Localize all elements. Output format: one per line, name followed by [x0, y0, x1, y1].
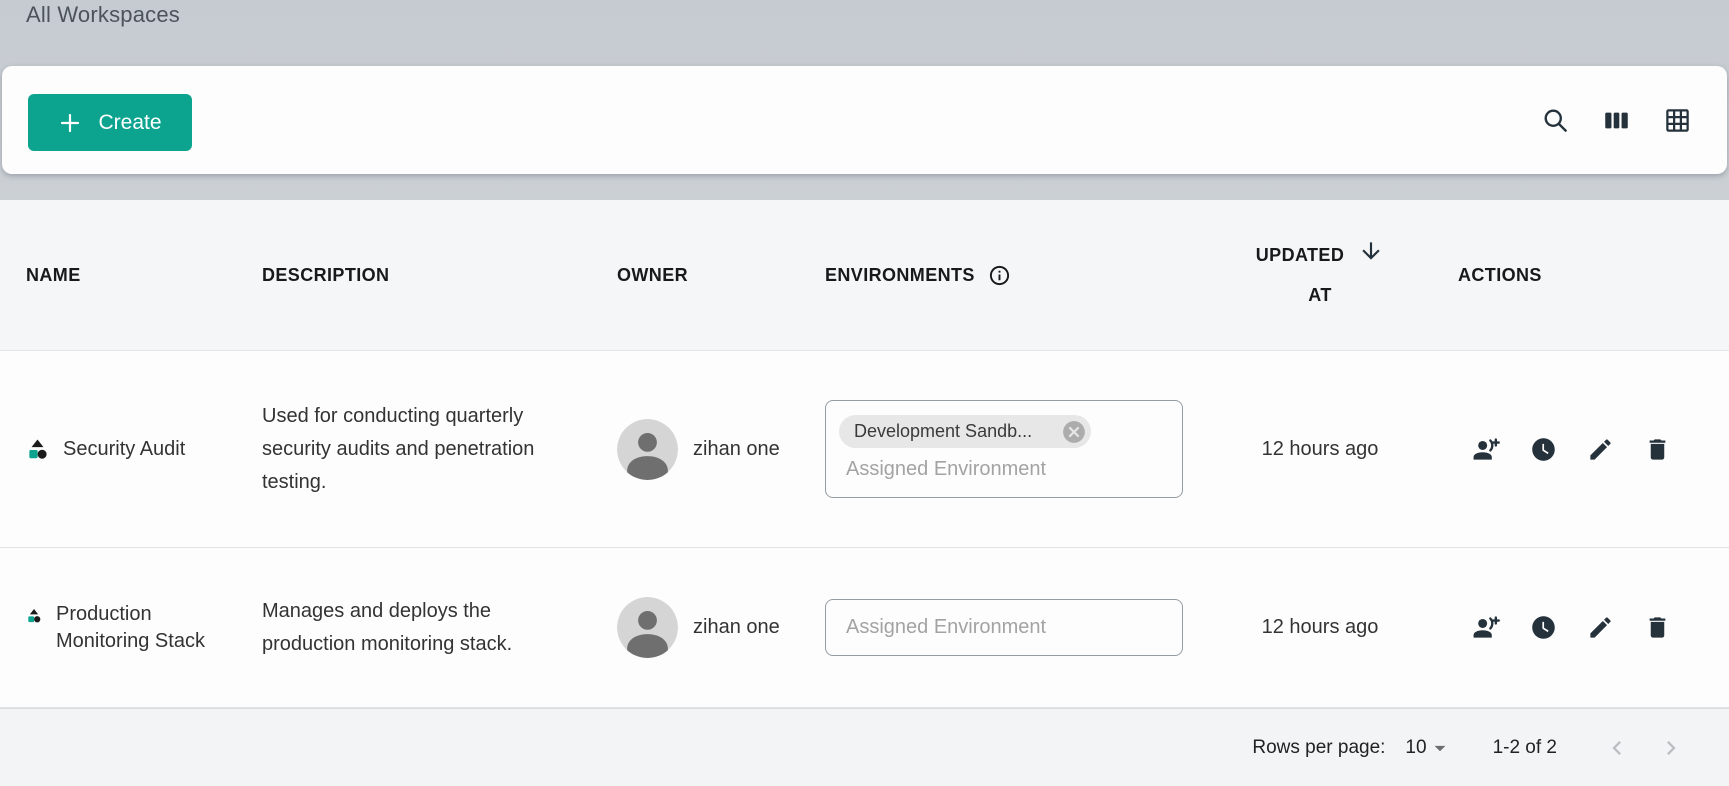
description-cell: Manages and deploys the production monit…: [262, 595, 564, 661]
column-header-environments-label: ENVIRONMENTS: [825, 265, 975, 286]
edit-pencil-icon[interactable]: [1587, 614, 1614, 641]
workspace-name: Production Monitoring Stack: [56, 601, 226, 655]
delete-trash-icon[interactable]: [1644, 614, 1671, 641]
chevron-left-icon[interactable]: [1603, 734, 1631, 762]
owner-cell: zihan one: [617, 597, 825, 658]
owner-name: zihan one: [693, 616, 780, 639]
grid-view-icon[interactable]: [1664, 107, 1691, 134]
table-row: Security Audit Used for conducting quart…: [0, 351, 1729, 548]
rows-per-page-value: 10: [1405, 737, 1426, 759]
avatar: [617, 419, 678, 480]
person-add-icon[interactable]: [1473, 614, 1500, 641]
create-button-label: Create: [98, 111, 161, 135]
updated-at-cell: 12 hours ago: [1200, 438, 1440, 461]
environment-chip-label: Development Sandb...: [854, 421, 1032, 442]
name-cell: Security Audit: [0, 436, 262, 463]
updated-at-cell: 12 hours ago: [1200, 616, 1440, 639]
actions-cell: [1440, 614, 1729, 641]
history-clock-icon[interactable]: [1530, 614, 1557, 641]
environment-chip[interactable]: Development Sandb...: [839, 415, 1091, 448]
info-icon[interactable]: [988, 264, 1011, 287]
dropdown-arrow-icon: [1427, 735, 1453, 761]
plus-icon: [58, 111, 82, 135]
person-add-icon[interactable]: [1473, 436, 1500, 463]
column-header-updated-at[interactable]: UPDATED AT: [1200, 235, 1440, 315]
workspace-logo-icon: [26, 608, 42, 624]
workspace-name: Security Audit: [63, 436, 185, 463]
avatar: [617, 597, 678, 658]
chevron-right-icon[interactable]: [1657, 734, 1685, 762]
rows-per-page-select[interactable]: 10: [1405, 735, 1452, 761]
create-button[interactable]: Create: [28, 94, 192, 151]
view-column-icon[interactable]: [1603, 107, 1630, 134]
column-header-at-label: AT: [1308, 275, 1331, 315]
workspace-logo-icon: [26, 438, 49, 461]
description-cell: Used for conducting quarterly security a…: [262, 400, 564, 499]
assigned-environment-select[interactable]: Development Sandb... Assigned Environmen…: [825, 400, 1183, 498]
search-icon[interactable]: [1542, 107, 1569, 134]
edit-pencil-icon[interactable]: [1587, 436, 1614, 463]
chip-remove-icon[interactable]: [1061, 419, 1087, 445]
environment-placeholder: Assigned Environment: [846, 458, 1168, 481]
owner-cell: zihan one: [617, 419, 825, 480]
delete-trash-icon[interactable]: [1644, 436, 1671, 463]
history-clock-icon[interactable]: [1530, 436, 1557, 463]
column-header-environments: ENVIRONMENTS: [825, 264, 1200, 287]
column-header-actions: ACTIONS: [1440, 265, 1729, 286]
environments-cell: Assigned Environment: [825, 599, 1200, 656]
column-header-owner: OWNER: [617, 265, 825, 286]
sort-descending-arrow-icon[interactable]: [1358, 238, 1384, 264]
table-header-row: NAME DESCRIPTION OWNER ENVIRONMENTS UPDA…: [0, 200, 1729, 351]
column-header-description: DESCRIPTION: [262, 265, 617, 286]
rows-per-page-label: Rows per page:: [1252, 737, 1385, 759]
pagination-bar: Rows per page: 10 1-2 of 2: [0, 708, 1729, 786]
pagination-range: 1-2 of 2: [1493, 737, 1557, 759]
assigned-environment-select[interactable]: Assigned Environment: [825, 599, 1183, 656]
name-cell: Production Monitoring Stack: [0, 601, 262, 655]
workspaces-table: NAME DESCRIPTION OWNER ENVIRONMENTS UPDA…: [0, 200, 1729, 786]
environment-placeholder: Assigned Environment: [846, 616, 1046, 639]
page-title: All Workspaces: [26, 2, 180, 28]
column-header-name: NAME: [0, 265, 262, 286]
environments-cell: Development Sandb... Assigned Environmen…: [825, 400, 1200, 498]
column-header-updated-label: UPDATED: [1256, 235, 1344, 275]
actions-cell: [1440, 436, 1729, 463]
table-row: Production Monitoring Stack Manages and …: [0, 548, 1729, 708]
owner-name: zihan one: [693, 438, 780, 461]
toolbar-card: Create: [2, 66, 1727, 174]
toolbar-icon-group: [1542, 66, 1691, 174]
